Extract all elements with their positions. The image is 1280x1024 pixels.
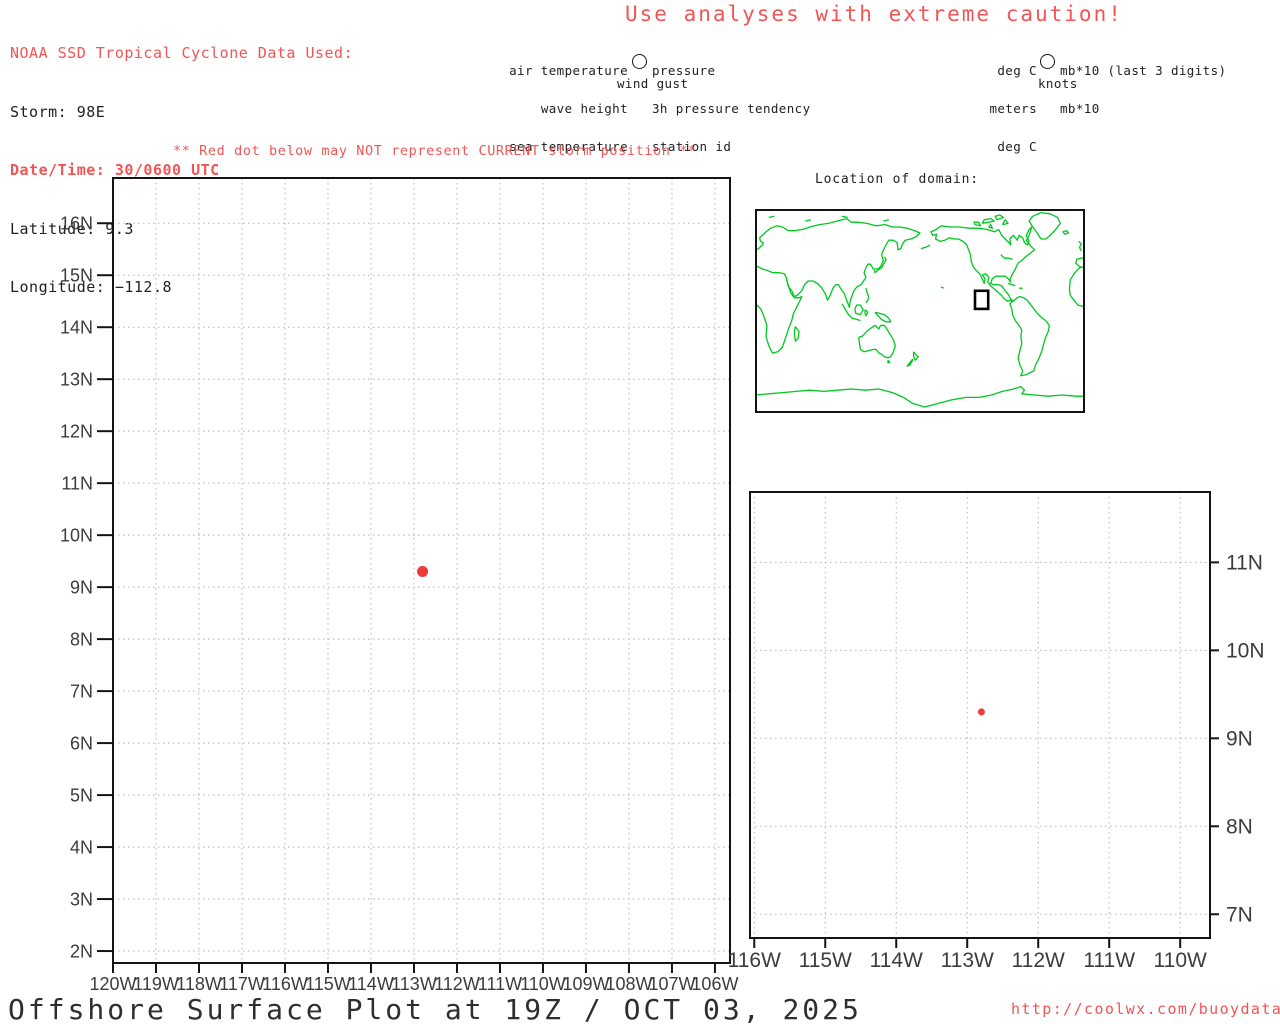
x-tick-label: 109W	[562, 974, 609, 994]
y-tick-label: 7N	[1226, 904, 1253, 927]
y-tick-label: 4N	[70, 837, 93, 857]
buoy-plot-page: NOAA SSD Tropical Cyclone Data Used: Sto…	[0, 0, 1280, 1024]
x-tick-label: 112W	[434, 974, 480, 994]
y-tick-label: 11N	[1226, 552, 1263, 575]
y-tick-label: 13N	[60, 369, 93, 389]
x-tick-label: 116W	[728, 949, 781, 972]
x-tick-label: 110W	[520, 974, 566, 994]
y-tick-label: 15N	[60, 266, 93, 286]
x-tick-label: 115W	[305, 974, 351, 994]
footer-title: Offshore Surface Plot at 19Z / OCT 03, 2…	[8, 993, 862, 1024]
world-map	[754, 209, 1086, 413]
x-tick-label: 113W	[391, 974, 437, 994]
y-tick-label: 7N	[70, 681, 93, 701]
x-tick-label: 119W	[133, 974, 179, 994]
y-tick-label: 10N	[60, 525, 93, 545]
y-tick-label: 3N	[70, 889, 93, 909]
y-tick-label: 5N	[70, 785, 93, 805]
x-tick-label: 116W	[262, 974, 308, 994]
y-tick-label: 11N	[61, 473, 93, 493]
domain-map-title: Location of domain:	[815, 172, 979, 187]
footer-url: http://coolwx.com/buoydata	[1011, 1000, 1280, 1018]
x-tick-label: 115W	[799, 949, 852, 972]
x-tick-label: 110W	[1154, 949, 1207, 972]
x-tick-label: 108W	[605, 974, 652, 994]
y-tick-label: 2N	[70, 941, 93, 961]
y-tick-label: 8N	[1226, 816, 1253, 839]
y-tick-label: 9N	[70, 577, 93, 597]
x-tick-label: 114W	[870, 949, 923, 972]
x-tick-label: 114W	[348, 974, 394, 994]
domain-marker-rect	[973, 289, 990, 311]
storm-position-dot	[977, 708, 985, 716]
y-tick-label: 16N	[60, 214, 93, 234]
coastlines	[754, 211, 1086, 408]
y-tick-label: 6N	[70, 733, 93, 753]
y-tick-label: 8N	[70, 629, 93, 649]
y-tick-label: 9N	[1226, 728, 1253, 751]
x-tick-label: 111W	[478, 974, 522, 994]
x-tick-label: 111W	[1083, 949, 1135, 972]
x-tick-label: 112W	[1012, 949, 1065, 972]
y-tick-label: 12N	[60, 421, 93, 441]
x-tick-label: 118W	[176, 974, 222, 994]
x-tick-label: 120W	[89, 974, 136, 994]
x-tick-label: 113W	[941, 949, 994, 972]
world-map-svg	[754, 209, 1086, 413]
storm-position-dot	[417, 566, 429, 578]
plots-layer: 120W 119W 118W 117W 116W 115W 114W 113W 112W 111W…	[0, 0, 1280, 1024]
zoom-inset-plot: 116W 115W 114W 113W 112W 111W 110W 11N 10N 9N 8N 7N	[728, 491, 1265, 972]
y-tick-label: 10N	[1226, 640, 1265, 663]
x-tick-label: 117W	[219, 974, 265, 994]
y-tick-label: 14N	[60, 318, 93, 338]
